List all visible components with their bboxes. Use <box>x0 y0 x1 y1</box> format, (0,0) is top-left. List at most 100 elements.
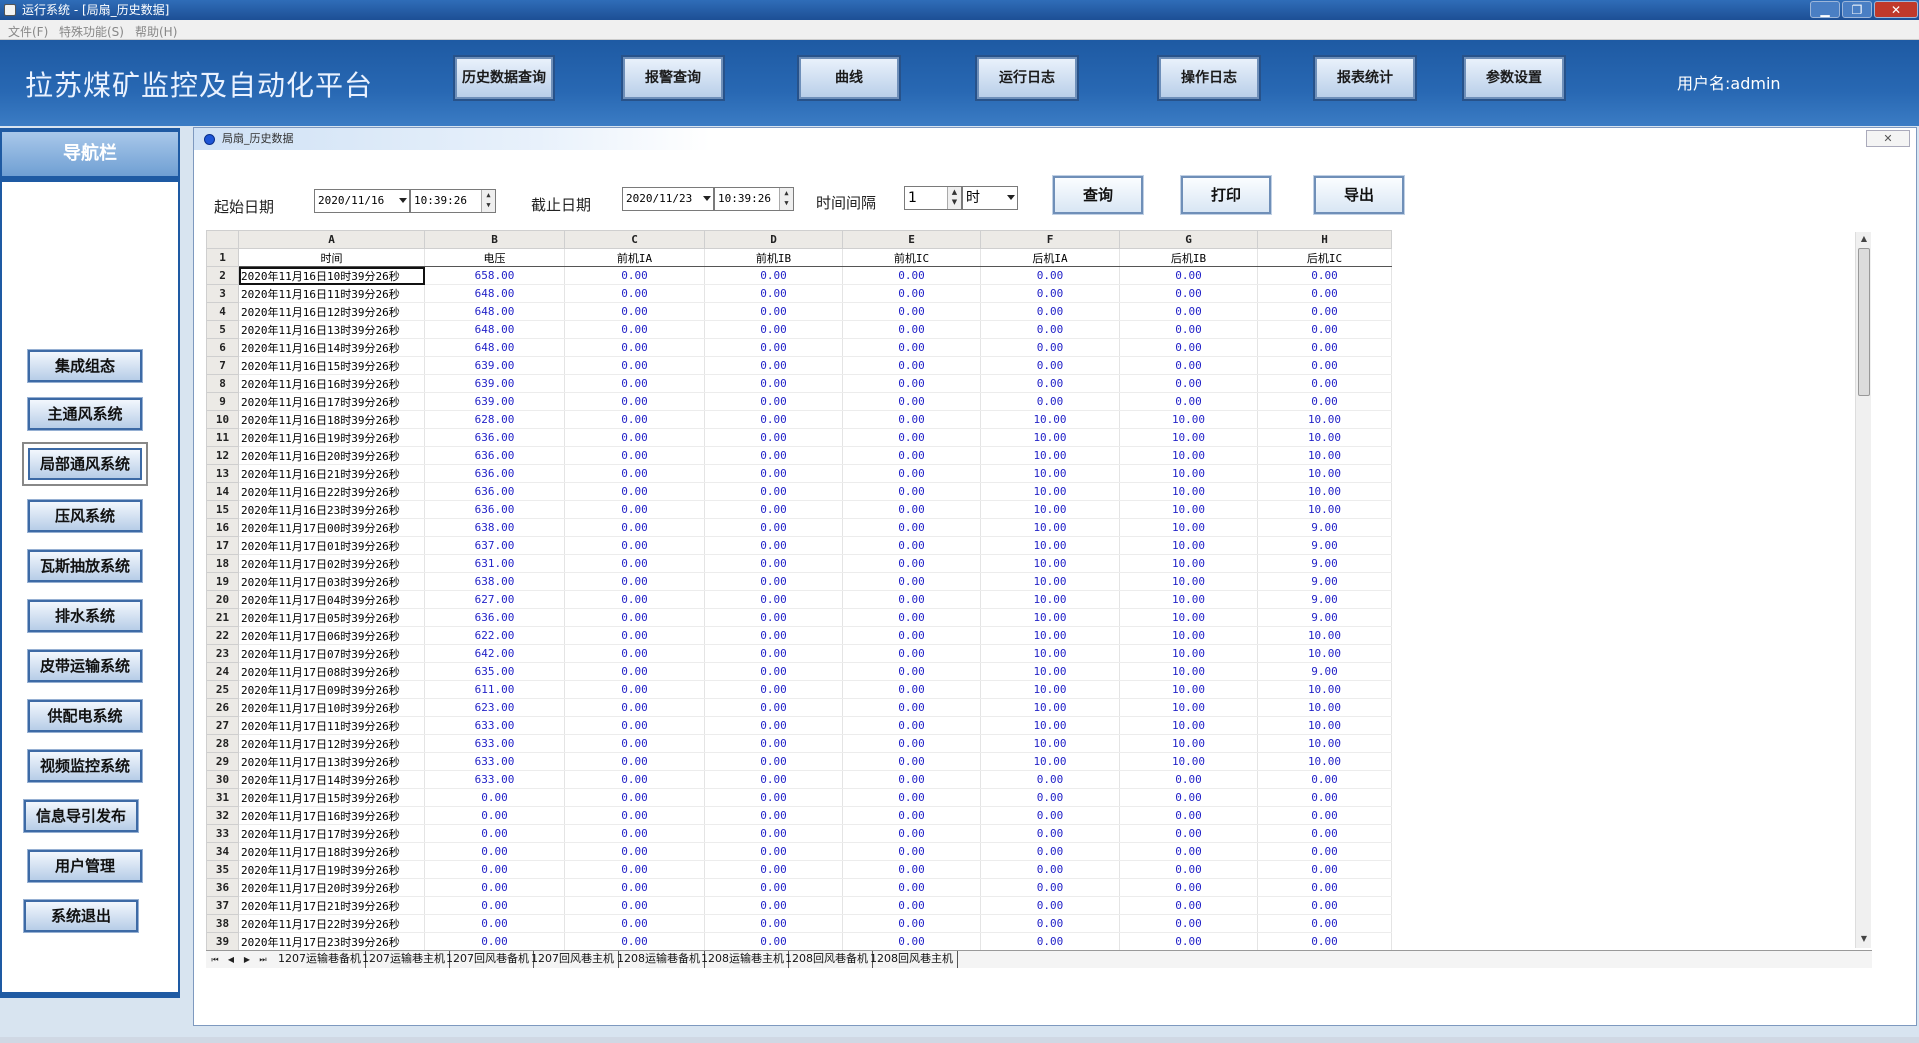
value-cell[interactable]: 0.00 <box>424 914 565 933</box>
value-cell[interactable]: 639.00 <box>424 392 565 411</box>
value-cell[interactable]: 0.00 <box>564 716 705 735</box>
value-cell[interactable]: 10.00 <box>1119 698 1258 717</box>
maximize-icon[interactable]: ❐ <box>1842 1 1872 18</box>
value-cell[interactable]: 0.00 <box>842 662 981 681</box>
value-cell[interactable]: 10.00 <box>1119 626 1258 645</box>
spinner-icon[interactable]: ▲ ▼ <box>947 187 961 209</box>
value-cell[interactable]: 0.00 <box>704 320 843 339</box>
column-header[interactable]: 前机IA <box>564 248 705 267</box>
time-cell[interactable]: 2020年11月16日15时39分26秒 <box>238 356 425 375</box>
value-cell[interactable]: 10.00 <box>1119 662 1258 681</box>
value-cell[interactable]: 10.00 <box>1119 446 1258 465</box>
value-cell[interactable]: 9.00 <box>1257 554 1392 573</box>
next-sheet-icon[interactable]: ▶ <box>240 953 254 966</box>
value-cell[interactable]: 0.00 <box>1257 392 1392 411</box>
value-cell[interactable]: 0.00 <box>424 878 565 897</box>
value-cell[interactable]: 0.00 <box>704 392 843 411</box>
row-number[interactable]: 14 <box>206 482 239 501</box>
value-cell[interactable]: 10.00 <box>980 644 1120 663</box>
value-cell[interactable]: 0.00 <box>424 860 565 879</box>
value-cell[interactable]: 0.00 <box>980 356 1120 375</box>
value-cell[interactable]: 10.00 <box>1257 716 1392 735</box>
value-cell[interactable]: 0.00 <box>704 716 843 735</box>
value-cell[interactable]: 0.00 <box>842 590 981 609</box>
value-cell[interactable]: 0.00 <box>564 680 705 699</box>
value-cell[interactable]: 0.00 <box>704 572 843 591</box>
value-cell[interactable]: 0.00 <box>980 824 1120 843</box>
value-cell[interactable]: 10.00 <box>980 680 1120 699</box>
value-cell[interactable]: 0.00 <box>564 824 705 843</box>
value-cell[interactable]: 648.00 <box>424 320 565 339</box>
time-cell[interactable]: 2020年11月16日20时39分26秒 <box>238 446 425 465</box>
value-cell[interactable]: 0.00 <box>980 284 1120 303</box>
value-cell[interactable]: 658.00 <box>424 266 565 285</box>
row-number[interactable]: 19 <box>206 572 239 591</box>
time-cell[interactable]: 2020年11月17日06时39分26秒 <box>238 626 425 645</box>
value-cell[interactable]: 0.00 <box>424 896 565 915</box>
value-cell[interactable]: 10.00 <box>1119 752 1258 771</box>
value-cell[interactable]: 10.00 <box>980 428 1120 447</box>
value-cell[interactable]: 0.00 <box>564 338 705 357</box>
value-cell[interactable]: 628.00 <box>424 410 565 429</box>
value-cell[interactable]: 0.00 <box>1119 356 1258 375</box>
value-cell[interactable]: 0.00 <box>564 446 705 465</box>
value-cell[interactable]: 10.00 <box>1119 680 1258 699</box>
value-cell[interactable]: 0.00 <box>1119 392 1258 411</box>
value-cell[interactable]: 0.00 <box>704 500 843 519</box>
value-cell[interactable]: 0.00 <box>564 734 705 753</box>
value-cell[interactable]: 0.00 <box>424 806 565 825</box>
value-cell[interactable]: 0.00 <box>1257 770 1392 789</box>
nav-item-exit[interactable]: 系统退出 <box>24 900 138 932</box>
curve-button[interactable]: 曲线 <box>799 57 899 99</box>
value-cell[interactable]: 0.00 <box>1119 788 1258 807</box>
value-cell[interactable]: 0.00 <box>564 554 705 573</box>
time-cell[interactable]: 2020年11月17日13时39分26秒 <box>238 752 425 771</box>
value-cell[interactable]: 10.00 <box>980 446 1120 465</box>
value-cell[interactable]: 0.00 <box>1119 770 1258 789</box>
value-cell[interactable]: 10.00 <box>1257 734 1392 753</box>
value-cell[interactable]: 639.00 <box>424 356 565 375</box>
value-cell[interactable]: 636.00 <box>424 608 565 627</box>
row-number[interactable]: 6 <box>206 338 239 357</box>
row-number[interactable]: 18 <box>206 554 239 573</box>
nav-item-local-ventilation[interactable]: 局部通风系统 <box>28 448 142 480</box>
value-cell[interactable]: 0.00 <box>704 518 843 537</box>
value-cell[interactable]: 0.00 <box>842 788 981 807</box>
value-cell[interactable]: 0.00 <box>424 824 565 843</box>
value-cell[interactable]: 9.00 <box>1257 662 1392 681</box>
row-number[interactable]: 12 <box>206 446 239 465</box>
value-cell[interactable]: 0.00 <box>1257 266 1392 285</box>
value-cell[interactable]: 0.00 <box>1119 284 1258 303</box>
col-letter[interactable]: F <box>980 230 1120 249</box>
value-cell[interactable]: 0.00 <box>1257 824 1392 843</box>
value-cell[interactable]: 0.00 <box>842 536 981 555</box>
value-cell[interactable]: 0.00 <box>704 302 843 321</box>
value-cell[interactable]: 0.00 <box>564 806 705 825</box>
column-header[interactable]: 后机IC <box>1257 248 1392 267</box>
value-cell[interactable]: 0.00 <box>842 572 981 591</box>
value-cell[interactable]: 0.00 <box>564 572 705 591</box>
close-icon[interactable]: ✕ <box>1874 1 1918 18</box>
value-cell[interactable]: 10.00 <box>980 518 1120 537</box>
value-cell[interactable]: 10.00 <box>1119 734 1258 753</box>
nav-item-drainage[interactable]: 排水系统 <box>28 600 142 632</box>
query-button[interactable]: 查询 <box>1053 176 1143 214</box>
spinner-icon[interactable]: ▲ ▼ <box>481 190 495 212</box>
value-cell[interactable]: 0.00 <box>564 698 705 717</box>
value-cell[interactable]: 0.00 <box>842 752 981 771</box>
row-number[interactable]: 10 <box>206 410 239 429</box>
column-header[interactable]: 时间 <box>238 248 425 267</box>
value-cell[interactable]: 0.00 <box>980 266 1120 285</box>
value-cell[interactable]: 0.00 <box>842 716 981 735</box>
time-cell[interactable]: 2020年11月17日22时39分26秒 <box>238 914 425 933</box>
value-cell[interactable]: 0.00 <box>842 860 981 879</box>
value-cell[interactable]: 10.00 <box>1119 572 1258 591</box>
value-cell[interactable]: 0.00 <box>1119 860 1258 879</box>
value-cell[interactable]: 10.00 <box>1119 410 1258 429</box>
value-cell[interactable]: 10.00 <box>1257 464 1392 483</box>
nav-item-power[interactable]: 供配电系统 <box>28 700 142 732</box>
row-number[interactable]: 17 <box>206 536 239 555</box>
value-cell[interactable]: 0.00 <box>564 428 705 447</box>
value-cell[interactable]: 10.00 <box>980 698 1120 717</box>
menu-help[interactable]: 帮助(H) <box>135 23 177 40</box>
